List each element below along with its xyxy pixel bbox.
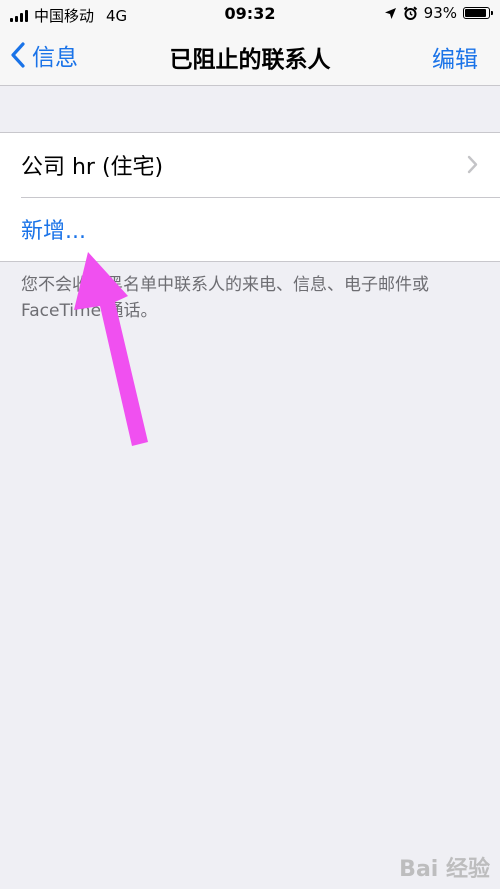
add-new-button[interactable]: 新增... [21, 213, 86, 245]
location-arrow-icon [384, 7, 396, 19]
add-new-row[interactable]: 新增... [0, 197, 500, 261]
chevron-right-icon [467, 155, 478, 174]
back-button-label: 信息 [32, 45, 78, 71]
status-right: 93% [384, 4, 493, 22]
watermark: Bai 经验 [399, 857, 490, 882]
status-bar: 中国移动 4G 09:32 93% [0, 0, 500, 28]
edit-button[interactable]: 编辑 [432, 40, 478, 74]
navigation-bar: 信息 已阻止的联系人 编辑 [0, 28, 500, 86]
blocked-contact-label: 公司 hr (住宅) [21, 155, 164, 180]
battery-icon [463, 7, 493, 19]
blocked-footnote: 您不会收到黑名单中联系人的来电、信息、电子邮件或 FaceTime 通话。 [21, 275, 429, 321]
alarm-clock-icon [403, 6, 417, 20]
chevron-left-icon [11, 42, 25, 68]
blocked-contacts-list: 公司 hr (住宅) 新增... [0, 132, 500, 262]
back-button[interactable]: 信息 [10, 38, 78, 72]
battery-percentage: 93% [423, 4, 457, 22]
blocked-contact-row[interactable]: 公司 hr (住宅) [0, 133, 500, 197]
battery-fill [465, 9, 487, 17]
